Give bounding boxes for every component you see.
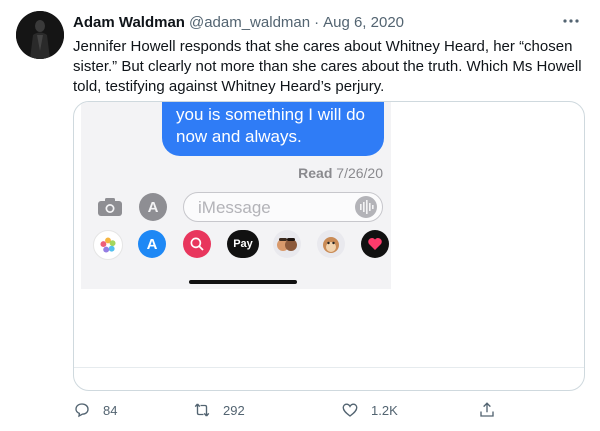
audio-wave-icon bbox=[355, 196, 377, 218]
app-store-button-icon: A bbox=[139, 193, 167, 221]
memoji-icon bbox=[273, 230, 301, 258]
read-label: Read bbox=[298, 165, 333, 181]
like-count: 1.2K bbox=[371, 402, 398, 418]
tweet-date[interactable]: Aug 6, 2020 bbox=[323, 14, 404, 31]
retweet-count: 292 bbox=[223, 402, 245, 418]
imessage-field: iMessage bbox=[183, 192, 383, 222]
imessage-apps-row: A Pay bbox=[81, 226, 391, 260]
digital-touch-icon bbox=[361, 230, 389, 258]
more-icon[interactable] bbox=[560, 10, 582, 32]
read-receipt: Read 7/26/20 bbox=[298, 165, 383, 181]
home-indicator bbox=[189, 280, 297, 284]
camera-icon bbox=[97, 197, 123, 217]
avatar-image bbox=[16, 11, 64, 59]
heart-icon bbox=[342, 403, 358, 417]
screenshot-imessage: you is something I will do now and alway… bbox=[81, 102, 391, 289]
like-button[interactable]: 1.2K bbox=[341, 400, 398, 420]
reply-button[interactable]: 84 bbox=[73, 400, 117, 420]
animoji-icon bbox=[317, 230, 345, 258]
tweet-media[interactable]: you is something I will do now and alway… bbox=[73, 101, 585, 391]
author-name[interactable]: Adam Waldman bbox=[73, 14, 185, 31]
share-icon bbox=[480, 402, 494, 417]
tweet-actions: 84 292 1.2K bbox=[73, 400, 513, 420]
apple-pay-label: Pay bbox=[233, 238, 253, 250]
tweet-text: Jennifer Howell responds that she cares … bbox=[73, 38, 582, 95]
search-images-icon bbox=[183, 230, 211, 258]
media-divider bbox=[74, 367, 584, 368]
photos-icon bbox=[93, 230, 123, 260]
retweet-button[interactable]: 292 bbox=[193, 400, 245, 420]
tweet-header: Adam Waldman @adam_waldman · Aug 6, 2020 bbox=[73, 11, 404, 33]
reply-icon bbox=[75, 403, 89, 418]
app-store-icon: A bbox=[138, 230, 166, 258]
tweet: Adam Waldman @adam_waldman · Aug 6, 2020… bbox=[0, 0, 600, 431]
read-date: 7/26/20 bbox=[336, 165, 383, 181]
message-bubble: you is something I will do now and alway… bbox=[162, 102, 384, 156]
reply-count: 84 bbox=[103, 402, 118, 418]
share-button[interactable] bbox=[478, 400, 508, 420]
apple-pay-icon: Pay bbox=[227, 230, 259, 258]
imessage-placeholder: iMessage bbox=[198, 198, 271, 217]
header-separator: · bbox=[314, 13, 320, 31]
author-handle[interactable]: @adam_waldman bbox=[189, 14, 310, 31]
message-composer: A iMessage bbox=[81, 189, 391, 223]
avatar[interactable] bbox=[16, 11, 64, 59]
retweet-icon bbox=[194, 403, 210, 417]
